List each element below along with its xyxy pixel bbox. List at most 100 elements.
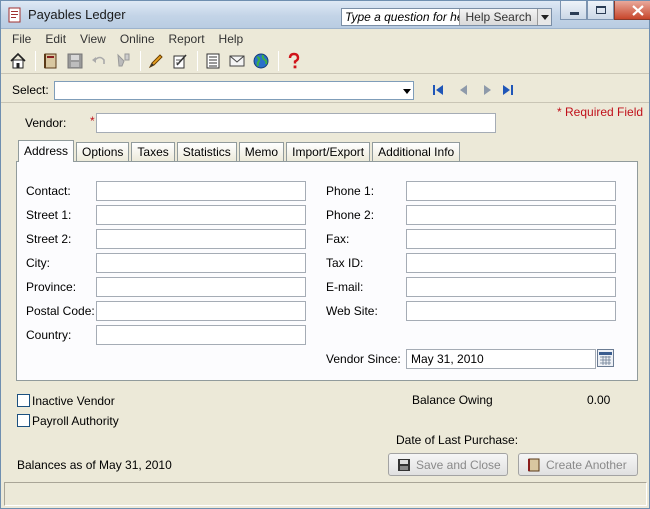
save-button[interactable] — [64, 50, 86, 72]
required-field-note: * Required Field — [557, 105, 644, 119]
payroll-authority-label: Payroll Authority — [32, 414, 119, 428]
payroll-authority-checkbox[interactable] — [17, 414, 30, 427]
help-dropdown-button[interactable] — [537, 9, 551, 25]
tab-address[interactable]: Address — [18, 140, 75, 162]
menu-edit[interactable]: Edit — [38, 29, 73, 49]
vendor-since-input[interactable]: May 31, 2010 — [406, 349, 596, 369]
memo-icon — [173, 54, 187, 69]
province-input[interactable] — [96, 277, 306, 297]
toolbar-separator — [35, 51, 36, 71]
street2-input[interactable] — [96, 229, 306, 249]
undo-icon — [92, 56, 105, 64]
inactive-vendor-label: Inactive Vendor — [32, 394, 115, 408]
phone1-label: Phone 1: — [326, 184, 375, 198]
menu-view[interactable]: View — [73, 29, 113, 49]
calculator-icon — [206, 53, 220, 69]
edit-button[interactable] — [145, 50, 167, 72]
fax-input[interactable] — [406, 229, 616, 249]
lookup-button[interactable] — [112, 50, 134, 72]
create-another-label: Create Another — [546, 457, 627, 472]
save-icon — [398, 458, 410, 471]
app-icon — [8, 7, 21, 23]
menu-file[interactable]: File — [5, 29, 38, 49]
maximize-button[interactable] — [587, 1, 614, 20]
email-button[interactable] — [226, 50, 248, 72]
tab-import-export[interactable]: Import/Export — [286, 142, 371, 162]
inactive-vendor-checkbox[interactable] — [17, 394, 30, 407]
minimize-button[interactable] — [560, 1, 587, 20]
tab-additional-info[interactable]: Additional Info — [372, 142, 461, 162]
first-record-icon[interactable] — [431, 83, 445, 97]
save-icon — [67, 53, 83, 69]
country-input[interactable] — [96, 325, 306, 345]
help-icon — [288, 52, 300, 69]
close-button[interactable] — [614, 1, 650, 20]
tab-strip: Address Options Taxes Statistics Memo Im… — [18, 140, 462, 162]
status-bar — [4, 482, 647, 506]
memo-button[interactable] — [169, 50, 191, 72]
tax-id-label: Tax ID: — [326, 256, 364, 270]
ledger-button[interactable] — [40, 50, 62, 72]
next-record-icon[interactable] — [480, 83, 494, 97]
last-record-icon[interactable] — [501, 83, 515, 97]
contact-input[interactable] — [96, 181, 306, 201]
ledger-icon — [528, 458, 540, 471]
restore-icon — [596, 6, 606, 14]
online-button[interactable] — [250, 50, 272, 72]
help-button[interactable] — [283, 50, 305, 72]
city-label: City: — [26, 256, 50, 270]
select-bar: Select: — [1, 77, 649, 103]
balance-owing-value: 0.00 — [587, 393, 611, 407]
toolbar-separator — [197, 51, 198, 71]
window-title: Payables Ledger — [28, 7, 126, 22]
pencil-icon — [148, 54, 163, 69]
title-bar: Payables Ledger Type a question for help… — [1, 1, 650, 29]
street2-label: Street 2: — [26, 232, 72, 246]
help-search-button[interactable]: Help Search — [458, 9, 538, 25]
toolbar — [1, 49, 649, 74]
country-label: Country: — [26, 328, 72, 342]
tab-memo[interactable]: Memo — [238, 142, 285, 162]
tab-statistics[interactable]: Statistics — [176, 142, 237, 162]
vendor-label: Vendor: — [25, 116, 67, 130]
previous-record-icon[interactable] — [457, 83, 471, 97]
vendor-since-label: Vendor Since: — [326, 352, 401, 366]
ledger-icon — [44, 53, 57, 69]
payables-ledger-window: Payables Ledger Type a question for help… — [0, 0, 650, 509]
city-input[interactable] — [96, 253, 306, 273]
balance-owing-label: Balance Owing — [412, 393, 493, 407]
postal-code-label: Postal Code: — [26, 304, 95, 318]
email-icon — [229, 55, 245, 67]
street1-input[interactable] — [96, 205, 306, 225]
vendor-input[interactable] — [96, 113, 496, 133]
undo-button[interactable] — [88, 50, 110, 72]
contact-label: Contact: — [26, 184, 71, 198]
email-input[interactable] — [406, 277, 616, 297]
menu-bar: File Edit View Online Report Help — [1, 29, 649, 49]
phone2-input[interactable] — [406, 205, 616, 225]
email-label: E-mail: — [326, 280, 364, 294]
menu-report[interactable]: Report — [162, 29, 212, 49]
menu-online[interactable]: Online — [113, 29, 162, 49]
calculator-button[interactable] — [202, 50, 224, 72]
lookup-icon — [117, 53, 130, 67]
calendar-icon[interactable] — [597, 349, 614, 367]
help-search-box: Type a question for help Help Search — [341, 8, 552, 26]
street1-label: Street 1: — [26, 208, 72, 222]
tab-taxes[interactable]: Taxes — [131, 142, 175, 162]
create-another-button[interactable]: Create Another — [518, 453, 638, 476]
tab-options[interactable]: Options — [76, 142, 130, 162]
save-and-close-button[interactable]: Save and Close — [388, 453, 508, 476]
home-button[interactable] — [7, 50, 29, 72]
phone2-label: Phone 2: — [326, 208, 375, 222]
help-question-input[interactable]: Type a question for help — [342, 9, 459, 25]
minimize-icon — [570, 12, 579, 15]
window-controls — [560, 1, 650, 21]
web-site-input[interactable] — [406, 301, 616, 321]
phone1-input[interactable] — [406, 181, 616, 201]
toolbar-separator — [140, 51, 141, 71]
postal-code-input[interactable] — [96, 301, 306, 321]
tax-id-input[interactable] — [406, 253, 616, 273]
vendor-select-combo[interactable] — [54, 81, 414, 100]
menu-help[interactable]: Help — [212, 29, 251, 49]
